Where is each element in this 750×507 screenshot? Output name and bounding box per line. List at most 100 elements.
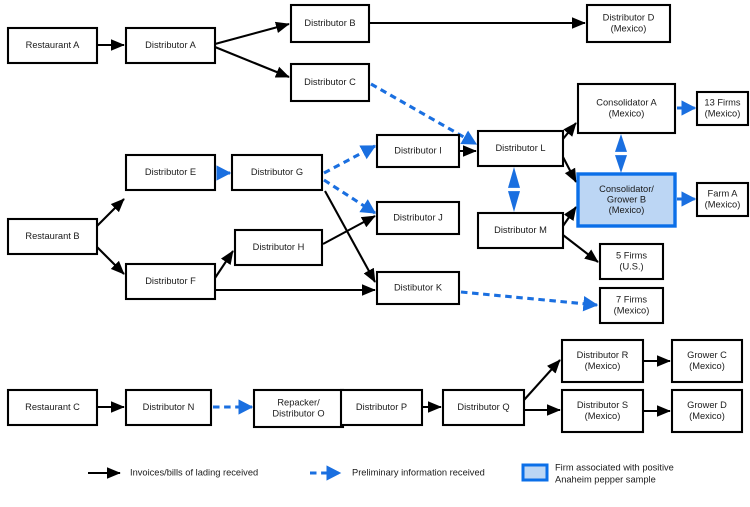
node-distributor-i[interactable]: Distributor I — [375, 133, 461, 169]
5-firms-us-label: 5 Firms — [616, 251, 647, 261]
node-5-firms-us[interactable]: 5 Firms(U.S.) — [598, 242, 665, 281]
edge-distributor-m-to-consolidator-b — [562, 206, 577, 227]
node-restaurant-c[interactable]: Restaurant C — [6, 388, 99, 427]
consolidator-grower-b-label: (Mexico) — [609, 205, 645, 215]
edge-distributor-l-to-consolidator-b — [562, 156, 577, 183]
edge-consolidator-a-consolidator-b-bidirectional — [615, 134, 627, 173]
edge-consolidator-a-consolidator-b-bidirectional-up-head — [615, 134, 627, 152]
node-distributor-h[interactable]: Distributor H — [233, 228, 324, 267]
edge-distributor-f-to-distributor-h — [214, 250, 234, 279]
edge-distributor-a-to-distributor-b — [214, 21, 290, 46]
7-firms-mexico-label: 7 Firms — [616, 295, 647, 305]
node-13-firms[interactable]: 13 Firms(Mexico) — [695, 90, 750, 127]
repacker-distributor-o-label: Repacker/ — [277, 398, 320, 408]
distributor-d-label: Distributor D — [603, 13, 655, 23]
distributor-g-label: Distributor G — [251, 167, 303, 177]
edge-distributor-h-to-distributor-j — [322, 215, 376, 245]
node-grower-d[interactable]: Grower D(Mexico) — [670, 388, 744, 434]
distributor-e-label: Distributor E — [145, 167, 196, 177]
distributor-h-label: Distributor H — [253, 242, 305, 252]
node-distributor-l[interactable]: Distributor L — [476, 129, 565, 168]
node-distributor-m[interactable]: Distributor M — [476, 211, 565, 250]
consolidator-grower-b-label: Grower B — [607, 194, 646, 204]
traceback-diagram: Restaurant A Distributor A Distributor B Di… — [0, 0, 750, 507]
edge-distributor-l-distributor-m-bidirectional-down-head — [508, 191, 520, 212]
legend-invoices-label: Invoices/bills of lading received — [130, 467, 258, 477]
distributor-d-label: (Mexico) — [611, 23, 647, 33]
distributor-r-label: Distributor R — [577, 350, 629, 360]
farm-a-label: (Mexico) — [705, 199, 741, 209]
grower-c-label: Grower C — [687, 350, 727, 360]
legend-positive-sample-label: Anaheim pepper sample — [555, 474, 656, 484]
node-repacker-distributor-o[interactable]: Repacker/Distributor O — [252, 388, 345, 429]
grower-c-label: (Mexico) — [689, 361, 725, 371]
legend-invoices: Invoices/bills of lading received — [88, 467, 258, 479]
distributor-l-label: Distributor L — [495, 143, 545, 153]
node-distributor-e[interactable]: Distributor E — [124, 153, 217, 192]
edge-restaurant-b-to-distributor-e — [96, 198, 125, 227]
distributor-b-label: Distributor B — [304, 18, 355, 28]
node-grower-c[interactable]: Grower C(Mexico) — [670, 338, 744, 384]
distributor-m-label: Distributor M — [494, 225, 547, 235]
node-distributor-d[interactable]: Distributor D(Mexico) — [585, 3, 672, 44]
legend-positive-sample-label: Firm associated with positive — [555, 462, 674, 472]
distributor-c-label: Distributor C — [304, 77, 356, 87]
consolidator-a-label: (Mexico) — [609, 108, 645, 118]
node-distributor-g[interactable]: Distributor G — [230, 153, 324, 192]
legend-preliminary-label: Preliminary information received — [352, 467, 485, 477]
legend-highlight-swatch-icon — [521, 463, 549, 482]
distributor-a-label: Distributor A — [145, 40, 196, 50]
edge-distributor-g-to-distributor-j — [323, 178, 377, 215]
node-distributor-n[interactable]: Distributor N — [124, 388, 213, 427]
diagram-canvas: Restaurant A Distributor A Distributor B Di… — [6, 3, 750, 484]
legend-positive-sample: Firm associated with positive Anaheim pep… — [521, 462, 674, 484]
node-restaurant-a[interactable]: Restaurant A — [6, 26, 99, 65]
13-firms-label: (Mexico) — [705, 108, 741, 118]
node-consolidator-a[interactable]: Consolidator A(Mexico) — [576, 82, 677, 135]
node-distributor-a[interactable]: Distributor A — [124, 26, 217, 65]
edge-distributor-l-distributor-m-bidirectional — [508, 167, 520, 212]
node-distributor-f[interactable]: Distributor F — [124, 262, 217, 301]
13-firms-label: 13 Firms — [704, 98, 741, 108]
distributor-n-label: Distributor N — [143, 402, 195, 412]
node-distributor-p[interactable]: Distributor P — [339, 388, 424, 427]
node-farm-a[interactable]: Farm A(Mexico) — [695, 181, 750, 218]
edge-distributor-a-to-distributor-c — [214, 46, 290, 78]
edge-distributor-g-to-distributor-i — [323, 144, 377, 175]
node-distributor-b[interactable]: Distributor B — [289, 3, 371, 44]
node-distributor-r[interactable]: Distributor R(Mexico) — [560, 338, 645, 384]
distributor-i-label: Distributor I — [394, 145, 442, 155]
distibutor-k-label: Distibutor K — [394, 282, 443, 292]
5-firms-us-label: (U.S.) — [619, 261, 643, 271]
node-7-firms-mexico[interactable]: 7 Firms(Mexico) — [598, 286, 665, 325]
node-distributor-q[interactable]: Distributor Q — [441, 388, 526, 427]
distributor-p-label: Distributor P — [356, 402, 407, 412]
repacker-distributor-o-label: Distributor O — [272, 408, 324, 418]
farm-a-label: Farm A — [708, 189, 739, 199]
distributor-j-label: Distributor J — [393, 212, 443, 222]
restaurant-c-label: Restaurant C — [25, 402, 80, 412]
node-distributor-j[interactable]: Distributor J — [375, 200, 461, 236]
node-distibutor-k[interactable]: Distibutor K — [375, 270, 461, 306]
grower-d-label: (Mexico) — [689, 411, 725, 421]
edge-distributor-l-to-consolidator-a — [562, 122, 577, 140]
node-distributor-c[interactable]: Distributor C — [289, 62, 371, 103]
edge-distributor-l-distributor-m-bidirectional-up-head — [508, 167, 520, 188]
consolidator-grower-b-label: Consolidator/ — [599, 184, 654, 194]
restaurant-b-label: Restaurant B — [25, 231, 79, 241]
grower-d-label: Grower D — [687, 400, 727, 410]
restaurant-a-label: Restaurant A — [26, 40, 81, 50]
node-distributor-s[interactable]: Distributor S(Mexico) — [560, 388, 645, 434]
node-restaurant-b[interactable]: Restaurant B — [6, 217, 99, 256]
edge-restaurant-b-to-distributor-f — [96, 246, 125, 275]
edge-consolidator-a-consolidator-b-bidirectional-down-head — [615, 155, 627, 173]
distributor-s-label: (Mexico) — [585, 411, 621, 421]
node-consolidator-grower-b[interactable]: Consolidator/Grower B(Mexico) — [576, 172, 677, 228]
consolidator-a-label: Consolidator A — [596, 98, 657, 108]
legend-preliminary: Preliminary information received — [310, 465, 485, 481]
edge-distibutor-k-to-7-firms — [460, 290, 599, 312]
7-firms-mexico-label: (Mexico) — [614, 305, 650, 315]
distributor-r-label: (Mexico) — [585, 361, 621, 371]
legend-layer: Invoices/bills of lading received Prelimi… — [88, 462, 674, 484]
edge-distributor-q-to-distributor-r — [523, 359, 561, 401]
